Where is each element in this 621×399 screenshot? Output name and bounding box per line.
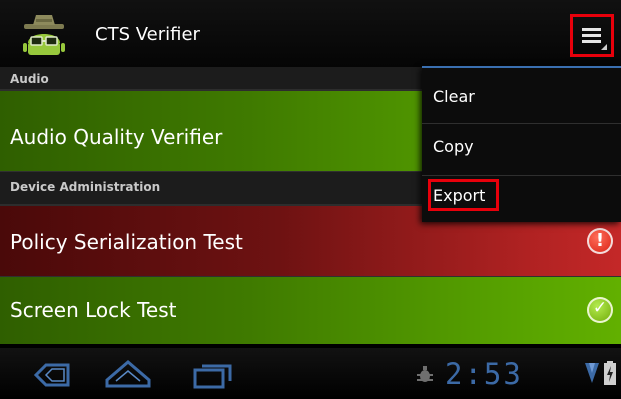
menu-item-copy[interactable]: Copy: [422, 124, 621, 174]
menu-item-clear[interactable]: Clear: [422, 72, 621, 122]
debug-bug-icon: [417, 366, 433, 382]
overflow-menu-button[interactable]: [570, 14, 614, 57]
app-title: CTS Verifier: [95, 24, 200, 45]
test-label: Screen Lock Test: [10, 298, 177, 322]
test-row-screen-lock[interactable]: Screen Lock Test ✓: [0, 277, 621, 344]
wifi-icon: [585, 363, 599, 383]
section-header-label: Audio: [10, 72, 49, 86]
home-icon[interactable]: [104, 358, 152, 390]
warning-icon: !: [587, 228, 613, 254]
back-icon[interactable]: [32, 363, 70, 387]
menu-item-label: Copy: [433, 137, 474, 156]
section-header-label: Device Administration: [10, 180, 161, 194]
check-icon: ✓: [587, 297, 613, 323]
android-verifier-icon: [23, 15, 65, 55]
clock: 2:53: [445, 357, 523, 391]
test-label: Audio Quality Verifier: [10, 125, 223, 149]
system-bar: 2:53: [0, 348, 621, 399]
menu-item-label: Clear: [433, 87, 475, 106]
test-label: Policy Serialization Test: [10, 230, 243, 254]
recent-apps-icon[interactable]: [192, 361, 234, 389]
overflow-corner-indicator: [601, 44, 607, 50]
overflow-popup-menu: Clear Copy Export: [422, 66, 621, 222]
cts-verifier-screen: CTS Verifier Audio Audio Quality Verifie…: [0, 0, 621, 399]
overflow-menu-icon: [582, 28, 601, 44]
battery-charging-icon: [604, 361, 616, 385]
action-bar: CTS Verifier: [0, 0, 621, 67]
export-highlight-box: [428, 179, 499, 211]
